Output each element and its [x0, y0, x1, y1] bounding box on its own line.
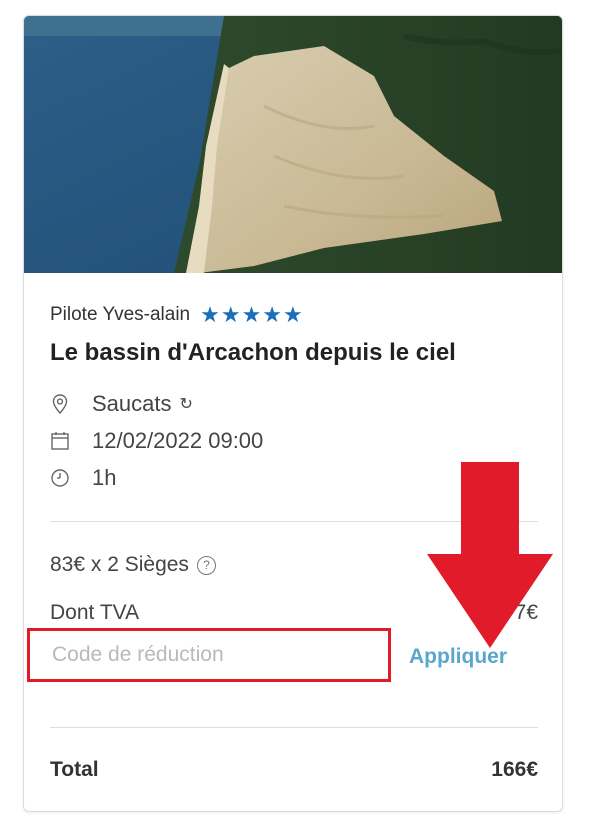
red-arrow-annotation [427, 462, 553, 648]
apply-discount-button[interactable]: Appliquer [409, 645, 507, 669]
rating-stars: ★★★★★ [200, 302, 304, 327]
flight-title: Le bassin d'Arcachon depuis le ciel [50, 339, 456, 366]
flight-card: Pilote Yves-alain ★★★★★ Le bassin d'Arca… [23, 15, 563, 812]
pilot-line: Pilote Yves-alain ★★★★★ [50, 302, 304, 328]
flight-photo [24, 16, 562, 273]
clock-icon [51, 469, 69, 487]
refresh-icon[interactable]: ↻ [180, 394, 193, 414]
seats-price-text: 83€ x 2 Sièges [50, 553, 189, 576]
divider [50, 727, 538, 728]
location-row: Saucats ↻ [50, 391, 193, 417]
question-circle-icon[interactable]: ? [196, 555, 216, 575]
date-text: 12/02/2022 09:00 [92, 428, 264, 453]
seats-price-line: 83€ x 2 Sièges ? [50, 553, 216, 577]
calendar-icon [51, 432, 69, 450]
duration-row: 1h [50, 465, 116, 491]
total-label: Total [50, 758, 99, 781]
pilot-name: Pilote Yves-alain [50, 304, 191, 325]
tva-label: Dont TVA [50, 601, 140, 624]
total-value: 166€ [491, 758, 538, 781]
location-text: Saucats [92, 391, 172, 416]
discount-code-input[interactable] [27, 628, 391, 682]
map-pin-icon [52, 394, 68, 415]
duration-text: 1h [92, 465, 117, 490]
date-row: 12/02/2022 09:00 [50, 428, 263, 454]
